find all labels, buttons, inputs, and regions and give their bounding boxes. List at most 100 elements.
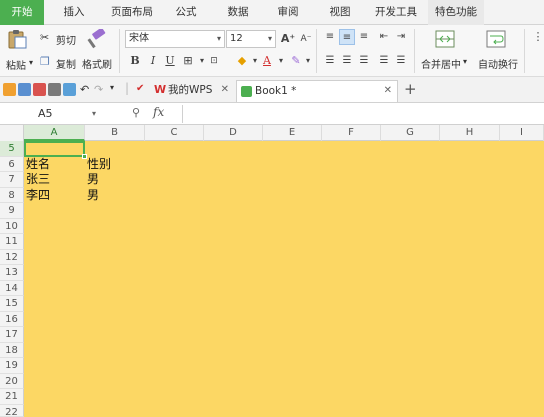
quick-access-dropdown-icon[interactable]: ▾ bbox=[110, 83, 114, 92]
name-box[interactable]: A5 ▾ bbox=[0, 105, 100, 123]
copy-icon[interactable]: ❐ bbox=[40, 55, 50, 68]
new-tab-icon[interactable]: + bbox=[404, 80, 417, 98]
save-icon[interactable] bbox=[18, 83, 31, 96]
tab-data[interactable]: 数据 bbox=[218, 0, 258, 25]
tab-special-features[interactable]: 特色功能 bbox=[428, 0, 484, 25]
bold-button[interactable]: B bbox=[127, 53, 143, 69]
align-left-icon[interactable]: ☰ bbox=[322, 53, 338, 69]
close-icon[interactable]: ✕ bbox=[221, 80, 229, 100]
align-bottom-icon[interactable]: ≡ bbox=[356, 29, 372, 45]
column-header-c[interactable]: C bbox=[145, 125, 204, 141]
cell-a8[interactable]: 李四 bbox=[24, 188, 50, 204]
wrap-text-button[interactable]: 自动换行 bbox=[478, 56, 518, 71]
print-icon[interactable] bbox=[48, 83, 61, 96]
paste-dropdown-icon[interactable]: ▾ bbox=[29, 58, 33, 67]
row-header-22[interactable]: 22 bbox=[0, 404, 24, 417]
align-right-icon[interactable]: ☰ bbox=[356, 53, 372, 69]
export-pdf-icon[interactable] bbox=[33, 83, 46, 96]
separator: | bbox=[125, 81, 130, 95]
underline-button[interactable]: U bbox=[162, 53, 178, 69]
tab-page-layout[interactable]: 页面布局 bbox=[104, 0, 160, 25]
open-folder-icon[interactable] bbox=[3, 83, 16, 96]
column-header-f[interactable]: F bbox=[322, 125, 381, 141]
decrease-font-icon[interactable]: A⁻ bbox=[298, 31, 314, 47]
copy-button[interactable]: 复制 bbox=[56, 56, 76, 71]
indent-increase-icon[interactable]: ⇥ bbox=[393, 29, 409, 45]
insert-function-button[interactable]: fx bbox=[153, 105, 164, 119]
merge-center-button[interactable]: 合并居中 bbox=[421, 56, 461, 71]
row-header-12[interactable]: 12 bbox=[0, 249, 24, 265]
scissors-icon[interactable]: ✂ bbox=[40, 31, 49, 44]
row-header-9[interactable]: 9 bbox=[0, 203, 24, 219]
row-header-20[interactable]: 20 bbox=[0, 373, 24, 389]
row-header-16[interactable]: 16 bbox=[0, 311, 24, 327]
close-icon[interactable]: ✕ bbox=[384, 81, 392, 101]
zoom-search-icon[interactable]: ⚲ bbox=[132, 106, 140, 119]
font-color-dropdown-icon[interactable]: ▾ bbox=[273, 53, 289, 69]
column-header-h[interactable]: H bbox=[440, 125, 500, 141]
tab-formulas[interactable]: 公式 bbox=[166, 0, 206, 25]
column-header-b[interactable]: B bbox=[85, 125, 145, 141]
more-format-icon[interactable]: ⋮ bbox=[530, 29, 544, 45]
sheet-area[interactable] bbox=[24, 141, 544, 417]
format-painter-icon[interactable] bbox=[86, 29, 108, 49]
cut-button[interactable]: 剪切 bbox=[56, 32, 76, 47]
row-header-11[interactable]: 11 bbox=[0, 234, 24, 250]
merge-center-icon[interactable] bbox=[434, 29, 456, 49]
row-header-17[interactable]: 17 bbox=[0, 327, 24, 343]
tab-review[interactable]: 审阅 bbox=[268, 0, 308, 25]
column-header-a[interactable]: A bbox=[24, 125, 85, 141]
paste-icon[interactable] bbox=[6, 29, 28, 49]
merge-center-dropdown-icon[interactable]: ▾ bbox=[463, 57, 467, 66]
justify-icon[interactable]: ☰ bbox=[376, 53, 392, 69]
italic-button[interactable]: I bbox=[145, 53, 161, 69]
column-header-d[interactable]: D bbox=[204, 125, 263, 141]
row-header-21[interactable]: 21 bbox=[0, 389, 24, 405]
formula-input[interactable] bbox=[182, 105, 544, 123]
cell-b7[interactable]: 男 bbox=[85, 172, 99, 188]
align-top-icon[interactable]: ≡ bbox=[322, 29, 338, 45]
column-header-i[interactable]: I bbox=[500, 125, 544, 141]
column-header-e[interactable]: E bbox=[263, 125, 322, 141]
indent-decrease-icon[interactable]: ⇤ bbox=[376, 29, 392, 45]
fill-handle[interactable] bbox=[82, 154, 87, 159]
tab-home[interactable]: 开始 bbox=[0, 0, 44, 25]
row-header-6[interactable]: 6 bbox=[0, 156, 24, 172]
row-header-8[interactable]: 8 bbox=[0, 187, 24, 203]
tab-book1[interactable]: Book1 * ✕ bbox=[236, 80, 398, 102]
row-header-10[interactable]: 10 bbox=[0, 218, 24, 234]
font-name-select[interactable]: 宋体 ▾ bbox=[125, 30, 225, 48]
pin-icon[interactable]: ✔ bbox=[136, 83, 144, 94]
row-header-7[interactable]: 7 bbox=[0, 172, 24, 188]
cell-b8[interactable]: 男 bbox=[85, 188, 99, 204]
tab-insert[interactable]: 插入 bbox=[52, 0, 96, 25]
select-all-corner[interactable] bbox=[0, 125, 24, 141]
row-header-14[interactable]: 14 bbox=[0, 280, 24, 296]
redo-icon[interactable]: ↷ bbox=[94, 83, 103, 96]
row-header-15[interactable]: 15 bbox=[0, 296, 24, 312]
wrap-text-icon[interactable] bbox=[485, 29, 507, 49]
align-center-icon[interactable]: ☰ bbox=[339, 53, 355, 69]
clear-format-dropdown-icon[interactable]: ▾ bbox=[300, 53, 316, 69]
merge-small-icon[interactable]: ⊡ bbox=[206, 53, 222, 69]
column-header-g[interactable]: G bbox=[381, 125, 440, 141]
tab-my-wps[interactable]: W 我的WPS ✕ bbox=[150, 80, 234, 102]
print-preview-icon[interactable] bbox=[63, 83, 76, 96]
cell-b6[interactable]: 性别 bbox=[85, 157, 111, 173]
row-header-18[interactable]: 18 bbox=[0, 342, 24, 358]
row-header-5[interactable]: 5 bbox=[0, 141, 24, 157]
distributed-icon[interactable]: ☰ bbox=[393, 53, 409, 69]
active-cell-a5[interactable] bbox=[24, 141, 87, 159]
align-middle-icon[interactable]: ≡ bbox=[339, 29, 355, 45]
format-painter-label[interactable]: 格式刷 bbox=[82, 56, 112, 71]
increase-font-icon[interactable]: A⁺ bbox=[280, 31, 296, 47]
font-size-select[interactable]: 12 ▾ bbox=[226, 30, 276, 48]
tab-developer[interactable]: 开发工具 bbox=[368, 0, 424, 25]
cell-a6[interactable]: 姓名 bbox=[24, 157, 50, 173]
paste-label[interactable]: 粘贴 bbox=[6, 57, 26, 72]
tab-view[interactable]: 视图 bbox=[320, 0, 360, 25]
undo-icon[interactable]: ↶ bbox=[80, 83, 89, 96]
cell-a7[interactable]: 张三 bbox=[24, 172, 50, 188]
row-header-13[interactable]: 13 bbox=[0, 265, 24, 281]
row-header-19[interactable]: 19 bbox=[0, 358, 24, 374]
